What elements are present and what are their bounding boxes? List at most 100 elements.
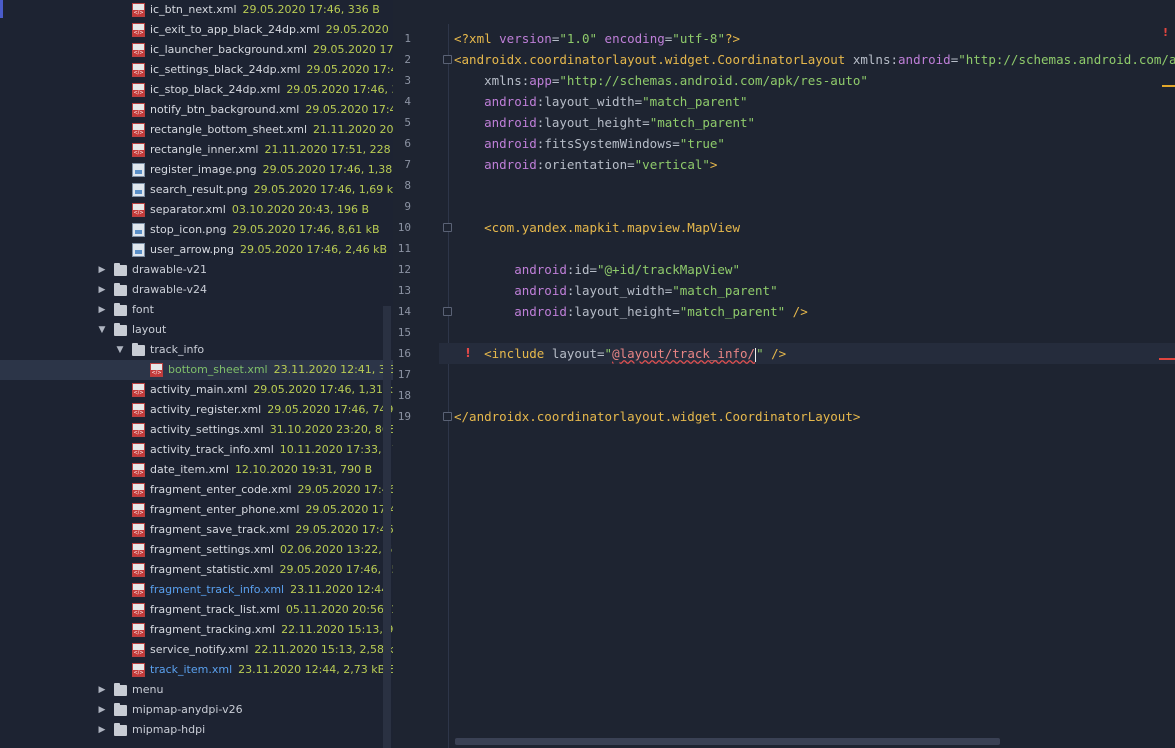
code-line[interactable]: android:layout_height="match_parent" /> xyxy=(454,301,808,322)
tree-item-label: track_info xyxy=(150,340,204,360)
error-stripe[interactable] xyxy=(1159,358,1175,360)
fold-marker-icon[interactable] xyxy=(443,55,452,64)
code-line[interactable]: <androidx.coordinatorlayout.widget.Coord… xyxy=(454,49,1175,70)
tree-folder[interactable]: ▶ menu xyxy=(0,680,393,700)
code-token: android xyxy=(454,262,567,277)
tree-file[interactable]: ic_btn_next.xml 29.05.2020 17:46, 336 B xyxy=(0,0,393,20)
xml-file-icon xyxy=(150,363,163,377)
error-marker-top[interactable]: ! xyxy=(1163,27,1173,38)
tree-file[interactable]: stop_icon.png 29.05.2020 17:46, 8,61 kB xyxy=(0,220,393,240)
tree-file[interactable]: fragment_track_list.xml 05.11.2020 20:56,… xyxy=(0,600,393,620)
project-tree[interactable]: ic_btn_next.xml29.05.2020 17:46, 336 Bic… xyxy=(0,0,393,748)
tree-file[interactable]: register_image.png 29.05.2020 17:46, 1,38… xyxy=(0,160,393,180)
tree-file[interactable]: ic_settings_black_24dp.xml 29.05.2020 17:… xyxy=(0,60,393,80)
code-line[interactable]: android:orientation="vertical"> xyxy=(454,154,717,175)
warning-stripe[interactable] xyxy=(1162,85,1175,87)
xml-file-icon xyxy=(132,23,145,37)
tree-folder[interactable]: ▶ mipmap-anydpi-v26 xyxy=(0,700,393,720)
code-line[interactable]: android:id="@+id/trackMapView" xyxy=(454,259,740,280)
fold-marker-icon[interactable] xyxy=(443,307,452,316)
code-line[interactable]: <include layout="@layout/track_info/" /> xyxy=(454,343,786,364)
code-line[interactable]: android:layout_height="match_parent" xyxy=(454,112,755,133)
tree-file[interactable]: ic_stop_black_24dp.xml 29.05.2020 17:46, … xyxy=(0,80,393,100)
tree-folder[interactable]: ▼ layout xyxy=(0,320,393,340)
tree-item-label: activity_register.xml 29.05.2020 17:46, 7… xyxy=(150,400,393,420)
tree-file[interactable]: date_item.xml 12.10.2020 19:31, 790 B xyxy=(0,460,393,480)
file-meta: 10.11.2020 17:33, 572 B xyxy=(279,443,393,456)
code-token: android xyxy=(454,157,537,172)
tree-file[interactable]: separator.xml 03.10.2020 20:43, 196 B xyxy=(0,200,393,220)
tree-item-label: fragment_statistic.xml 29.05.2020 17:46, … xyxy=(150,560,393,580)
tree-item-label: fragment_enter_code.xml 29.05.2020 17:46,… xyxy=(150,480,393,500)
code-token: "true" xyxy=(679,136,725,151)
tree-folder[interactable]: ▼ track_info xyxy=(0,340,393,360)
expand-arrow-icon[interactable]: ▶ xyxy=(96,700,108,720)
file-meta: 29.05.2020 17:46, 336 B xyxy=(242,3,380,16)
code-editor[interactable]: 1 2 3 4 5 6 7 8 9 10 11 12 13 14 15 16 17 18 19 <?xml vers… xyxy=(393,24,1175,748)
expand-arrow-icon[interactable]: ▶ xyxy=(96,260,108,280)
tree-file[interactable]: service_notify.xml 22.11.2020 15:13, 2,58… xyxy=(0,640,393,660)
xml-file-icon xyxy=(132,123,145,137)
tree-file[interactable]: track_item.xml 23.11.2020 12:44, 2,73 kB … xyxy=(0,660,393,680)
file-meta: 22.11.2020 15:13, 9,87 xyxy=(281,623,393,636)
file-name: rectangle_bottom_sheet.xml xyxy=(150,123,308,136)
code-line[interactable]: xmlns:app="http://schemas.android.com/ap… xyxy=(454,70,868,91)
file-name: track_info xyxy=(150,343,205,356)
code-token: android xyxy=(454,136,537,151)
tree-item-label: fragment_tracking.xml 22.11.2020 15:13, 9… xyxy=(150,620,393,640)
code-line[interactable]: android:layout_width="match_parent" xyxy=(454,91,747,112)
tree-file[interactable]: fragment_settings.xml 02.06.2020 13:22, 6… xyxy=(0,540,393,560)
tree-item-label: activity_main.xml 29.05.2020 17:46, 1,31 … xyxy=(150,380,393,400)
code-line[interactable]: <com.yandex.mapkit.mapview.MapView xyxy=(454,217,740,238)
expand-arrow-icon[interactable]: ▼ xyxy=(96,320,108,340)
tree-scrollbar[interactable] xyxy=(383,306,391,748)
fold-marker-icon[interactable] xyxy=(443,223,452,232)
file-name: layout xyxy=(132,323,167,336)
tree-file[interactable]: activity_track_info.xml 10.11.2020 17:33,… xyxy=(0,440,393,460)
tree-file[interactable]: search_result.png 29.05.2020 17:46, 1,69 … xyxy=(0,180,393,200)
fold-marker-icon[interactable] xyxy=(443,412,452,421)
code-token: /> xyxy=(771,346,787,361)
line-number: 7 xyxy=(404,158,411,171)
horizontal-scrollbar[interactable] xyxy=(455,738,1000,745)
expand-arrow-icon[interactable]: ▼ xyxy=(114,340,126,360)
folder-icon xyxy=(114,323,127,336)
code-line[interactable]: android:fitsSystemWindows="true" xyxy=(454,133,725,154)
expand-arrow-icon[interactable]: ▶ xyxy=(96,680,108,700)
code-line[interactable]: </androidx.coordinatorlayout.widget.Coor… xyxy=(454,406,860,427)
tree-file[interactable]: rectangle_bottom_sheet.xml 21.11.2020 20:… xyxy=(0,120,393,140)
tree-file[interactable]: fragment_enter_phone.xml 29.05.2020 17:46… xyxy=(0,500,393,520)
file-meta: 12.10.2020 19:31, 790 B xyxy=(234,463,373,476)
tree-item-label: register_image.png 29.05.2020 17:46, 1,38… xyxy=(150,160,393,180)
tree-file[interactable]: fragment_track_info.xml 23.11.2020 12:44,… xyxy=(0,580,393,600)
tree-file[interactable]: fragment_statistic.xml 29.05.2020 17:46, … xyxy=(0,560,393,580)
tree-folder[interactable]: ▶ mipmap-hdpi xyxy=(0,720,393,740)
xml-file-icon xyxy=(132,103,145,117)
expand-arrow-icon[interactable]: ▶ xyxy=(96,280,108,300)
tree-file[interactable]: fragment_tracking.xml 22.11.2020 15:13, 9… xyxy=(0,620,393,640)
tree-folder[interactable]: ▶ font xyxy=(0,300,393,320)
tree-file[interactable]: ic_exit_to_app_black_24dp.xml 29.05.2020 … xyxy=(0,20,393,40)
expand-arrow-icon[interactable]: ▶ xyxy=(96,300,108,320)
tree-file[interactable]: rectangle_inner.xml 21.11.2020 17:51, 228… xyxy=(0,140,393,160)
tree-file[interactable]: activity_main.xml 29.05.2020 17:46, 1,31 … xyxy=(0,380,393,400)
code-token: encoding xyxy=(604,31,665,46)
code-token: /> xyxy=(792,304,808,319)
tree-file[interactable]: ic_launcher_background.xml 29.05.2020 17:… xyxy=(0,40,393,60)
tree-file[interactable]: activity_register.xml 29.05.2020 17:46, 7… xyxy=(0,400,393,420)
code-line[interactable]: <?xml version="1.0" encoding="utf-8"?> xyxy=(454,28,740,49)
tree-file[interactable]: activity_settings.xml 31.10.2020 23:20, 8… xyxy=(0,420,393,440)
file-name: ic_exit_to_app_black_24dp.xml xyxy=(150,23,320,36)
xml-file-icon xyxy=(132,423,145,437)
tree-file[interactable]: notify_btn_background.xml 29.05.2020 17:4… xyxy=(0,100,393,120)
tree-folder[interactable]: ▶ drawable-v24 xyxy=(0,280,393,300)
tree-file[interactable]: fragment_enter_code.xml 29.05.2020 17:46,… xyxy=(0,480,393,500)
tree-item-label: ic_exit_to_app_black_24dp.xml 29.05.2020 … xyxy=(150,20,393,40)
expand-arrow-icon[interactable]: ▶ xyxy=(96,720,108,740)
code-token: > xyxy=(709,157,718,172)
tree-file[interactable]: user_arrow.png 29.05.2020 17:46, 2,46 kB xyxy=(0,240,393,260)
tree-file[interactable]: bottom_sheet.xml 23.11.2020 12:41, 3,38 k xyxy=(0,360,393,380)
tree-folder[interactable]: ▶ drawable-v21 xyxy=(0,260,393,280)
tree-file[interactable]: fragment_save_track.xml 29.05.2020 17:46,… xyxy=(0,520,393,540)
code-line[interactable]: android:layout_width="match_parent" xyxy=(454,280,777,301)
